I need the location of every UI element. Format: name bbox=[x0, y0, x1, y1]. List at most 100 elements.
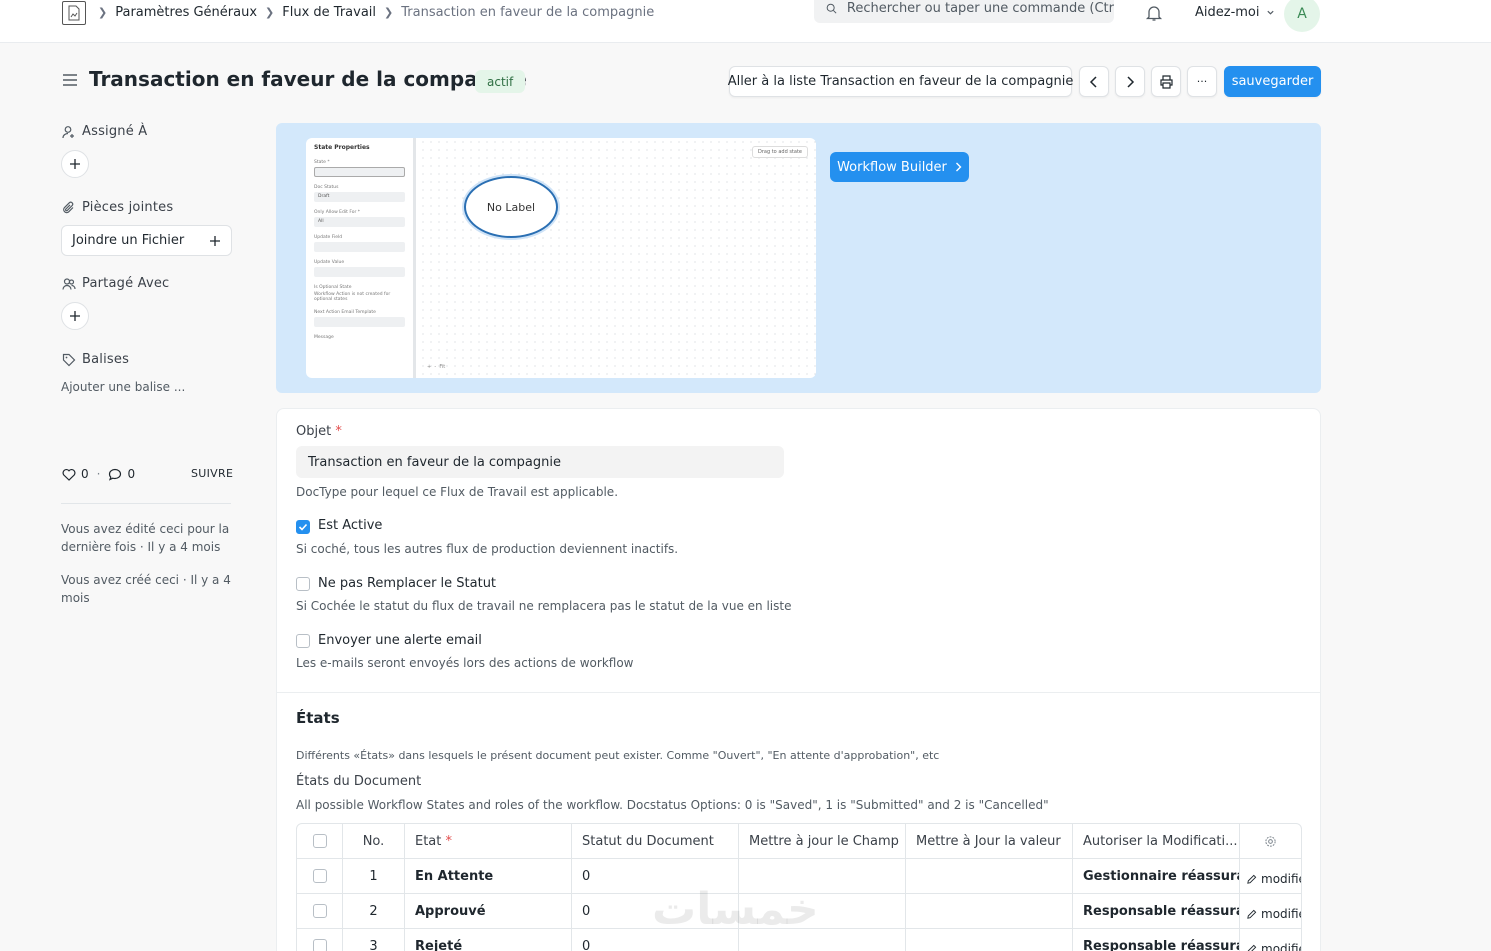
workflow-builder-screenshot: State Properties State * Doc Status Draf… bbox=[306, 138, 816, 378]
row-edit-cell: modifier bbox=[1240, 859, 1301, 893]
row-update-value[interactable] bbox=[906, 859, 1073, 893]
row-no: 3 bbox=[343, 929, 405, 951]
status-badge: actif bbox=[475, 70, 526, 93]
chevron-right-icon: ❯ bbox=[384, 6, 394, 19]
tags-label: Balises bbox=[62, 352, 129, 367]
avatar[interactable]: A bbox=[1284, 0, 1320, 32]
section-divider bbox=[277, 692, 1320, 693]
row-state[interactable]: Approuvé bbox=[405, 894, 572, 928]
required-mark: * bbox=[445, 833, 453, 849]
shared-label-text: Partagé Avec bbox=[82, 276, 170, 291]
chevron-down-icon bbox=[1266, 10, 1274, 15]
row-edit-button[interactable]: modifier bbox=[1246, 936, 1301, 951]
row-edit-cell: modifier bbox=[1240, 929, 1301, 951]
is-active-label[interactable]: Est Active bbox=[318, 518, 382, 533]
states-table-label: États du Document bbox=[296, 774, 422, 789]
workflow-canvas: Drag to add state No Label + - Fit bbox=[419, 138, 816, 378]
is-active-description: Si coché, tous les autres flux de produc… bbox=[296, 542, 679, 556]
search-input[interactable]: Rechercher ou taper une commande (Ctr bbox=[814, 0, 1114, 23]
no-override-checkbox[interactable] bbox=[296, 577, 310, 591]
is-active-checkbox[interactable] bbox=[296, 520, 310, 534]
pv-field: Draft bbox=[314, 192, 405, 202]
sidebar-toggle-icon[interactable] bbox=[62, 73, 78, 91]
object-field[interactable]: Transaction en faveur de la compagnie bbox=[296, 446, 784, 478]
likes-comments: 0 · 0 bbox=[62, 467, 135, 481]
states-section-title[interactable]: États bbox=[296, 709, 340, 727]
no-override-label[interactable]: Ne pas Remplacer le Statut bbox=[318, 576, 496, 591]
row-state[interactable]: En Attente bbox=[405, 859, 572, 893]
assigned-label: Assigné À bbox=[62, 124, 147, 139]
row-update-value[interactable] bbox=[906, 929, 1073, 951]
app-logo-icon[interactable] bbox=[62, 1, 86, 25]
breadcrumb-item-workflow[interactable]: Flux de Travail bbox=[282, 5, 376, 20]
select-all-checkbox[interactable] bbox=[312, 834, 327, 848]
follow-button[interactable]: SUIVRE bbox=[191, 467, 233, 480]
pv-field bbox=[314, 317, 405, 327]
row-update-value[interactable] bbox=[906, 894, 1073, 928]
row-checkbox[interactable] bbox=[312, 939, 327, 951]
breadcrumb-item-settings[interactable]: Paramètres Généraux bbox=[115, 5, 257, 20]
row-allow-edit-text: Responsable réassura... bbox=[1083, 938, 1239, 951]
col-header-allow-edit-text: Autoriser la Modificati... bbox=[1083, 833, 1238, 849]
add-tag-link[interactable]: Ajouter une balise ... bbox=[61, 380, 185, 394]
row-allow-edit[interactable]: Gestionnaire réassura... bbox=[1073, 859, 1240, 893]
row-edit-button[interactable]: modifier bbox=[1246, 866, 1301, 886]
attachments-label-text: Pièces jointes bbox=[82, 200, 174, 215]
row-checkbox[interactable] bbox=[312, 869, 327, 883]
next-button[interactable] bbox=[1115, 66, 1145, 97]
help-label: Aidez-moi bbox=[1195, 5, 1260, 20]
email-alert-label[interactable]: Envoyer une alerte email bbox=[318, 633, 482, 648]
row-no: 2 bbox=[343, 894, 405, 928]
more-actions-button[interactable]: ··· bbox=[1187, 66, 1217, 97]
page-title: Transaction en faveur de la compagnie bbox=[89, 67, 527, 91]
help-dropdown[interactable]: Aidez-moi bbox=[1195, 5, 1275, 20]
attachments-label: Pièces jointes bbox=[62, 200, 173, 215]
row-allow-edit-text: Gestionnaire réassura... bbox=[1083, 868, 1239, 884]
row-allow-edit[interactable]: Responsable réassura... bbox=[1073, 894, 1240, 928]
pv-canvas-button: Drag to add state bbox=[751, 146, 808, 158]
comment-icon[interactable] bbox=[108, 468, 122, 481]
form-card: Objet * Transaction en faveur de la comp… bbox=[276, 408, 1321, 951]
pv-field-label: Update Field bbox=[314, 235, 343, 240]
shared-label: Partagé Avec bbox=[62, 276, 169, 291]
pv-field-label: Only Allow Edit For * bbox=[314, 210, 361, 215]
users-icon bbox=[62, 277, 76, 290]
row-edit-button[interactable]: modifier bbox=[1246, 901, 1301, 921]
workflow-builder-button[interactable]: Workflow Builder bbox=[830, 152, 969, 182]
chevron-right-icon: ❯ bbox=[98, 6, 108, 19]
object-label: Objet * bbox=[296, 424, 342, 439]
heart-icon[interactable] bbox=[62, 468, 76, 481]
bell-icon[interactable] bbox=[1145, 4, 1163, 26]
row-edit-label: modifier bbox=[1261, 872, 1301, 886]
pencil-icon bbox=[1247, 944, 1257, 951]
states-table-description: All possible Workflow States and roles o… bbox=[296, 798, 1049, 812]
row-allow-edit[interactable]: Responsable réassura... bbox=[1073, 929, 1240, 951]
email-alert-checkbox[interactable] bbox=[296, 634, 310, 648]
goto-list-button[interactable]: Aller à la liste Transaction en faveur d… bbox=[728, 66, 1073, 97]
pv-field-label: Doc Status bbox=[314, 185, 339, 190]
watermark: خمسات bbox=[652, 884, 819, 935]
user-icon bbox=[62, 125, 74, 138]
col-header-doc-status: Statut du Document bbox=[572, 824, 739, 858]
add-share-button[interactable] bbox=[61, 302, 89, 330]
pencil-icon bbox=[1247, 909, 1257, 919]
gear-icon[interactable] bbox=[1264, 835, 1277, 848]
row-select-cell bbox=[297, 859, 343, 893]
pv-field-label: Update Value bbox=[314, 260, 345, 265]
likes-count: 0 bbox=[81, 467, 89, 481]
navbar: ❯ Paramètres Généraux ❯ Flux de Travail … bbox=[0, 0, 1491, 43]
breadcrumb-item-current[interactable]: Transaction en faveur de la compagnie bbox=[401, 5, 654, 20]
search-icon bbox=[826, 3, 837, 14]
pv-field bbox=[314, 167, 405, 177]
save-button[interactable]: sauvegarder bbox=[1224, 66, 1321, 97]
pv-zoom-controls: + - Fit bbox=[427, 364, 446, 370]
tags-label-text: Balises bbox=[82, 352, 130, 367]
prev-button[interactable] bbox=[1079, 66, 1109, 97]
assigned-label-text: Assigné À bbox=[82, 124, 148, 139]
print-button[interactable] bbox=[1151, 66, 1181, 97]
row-checkbox[interactable] bbox=[312, 904, 327, 918]
search-placeholder: Rechercher ou taper une commande (Ctr bbox=[846, 1, 1114, 16]
row-state[interactable]: Rejeté bbox=[405, 929, 572, 951]
add-assignee-button[interactable] bbox=[61, 150, 89, 178]
attach-file-button[interactable]: Joindre un Fichier bbox=[61, 225, 232, 256]
